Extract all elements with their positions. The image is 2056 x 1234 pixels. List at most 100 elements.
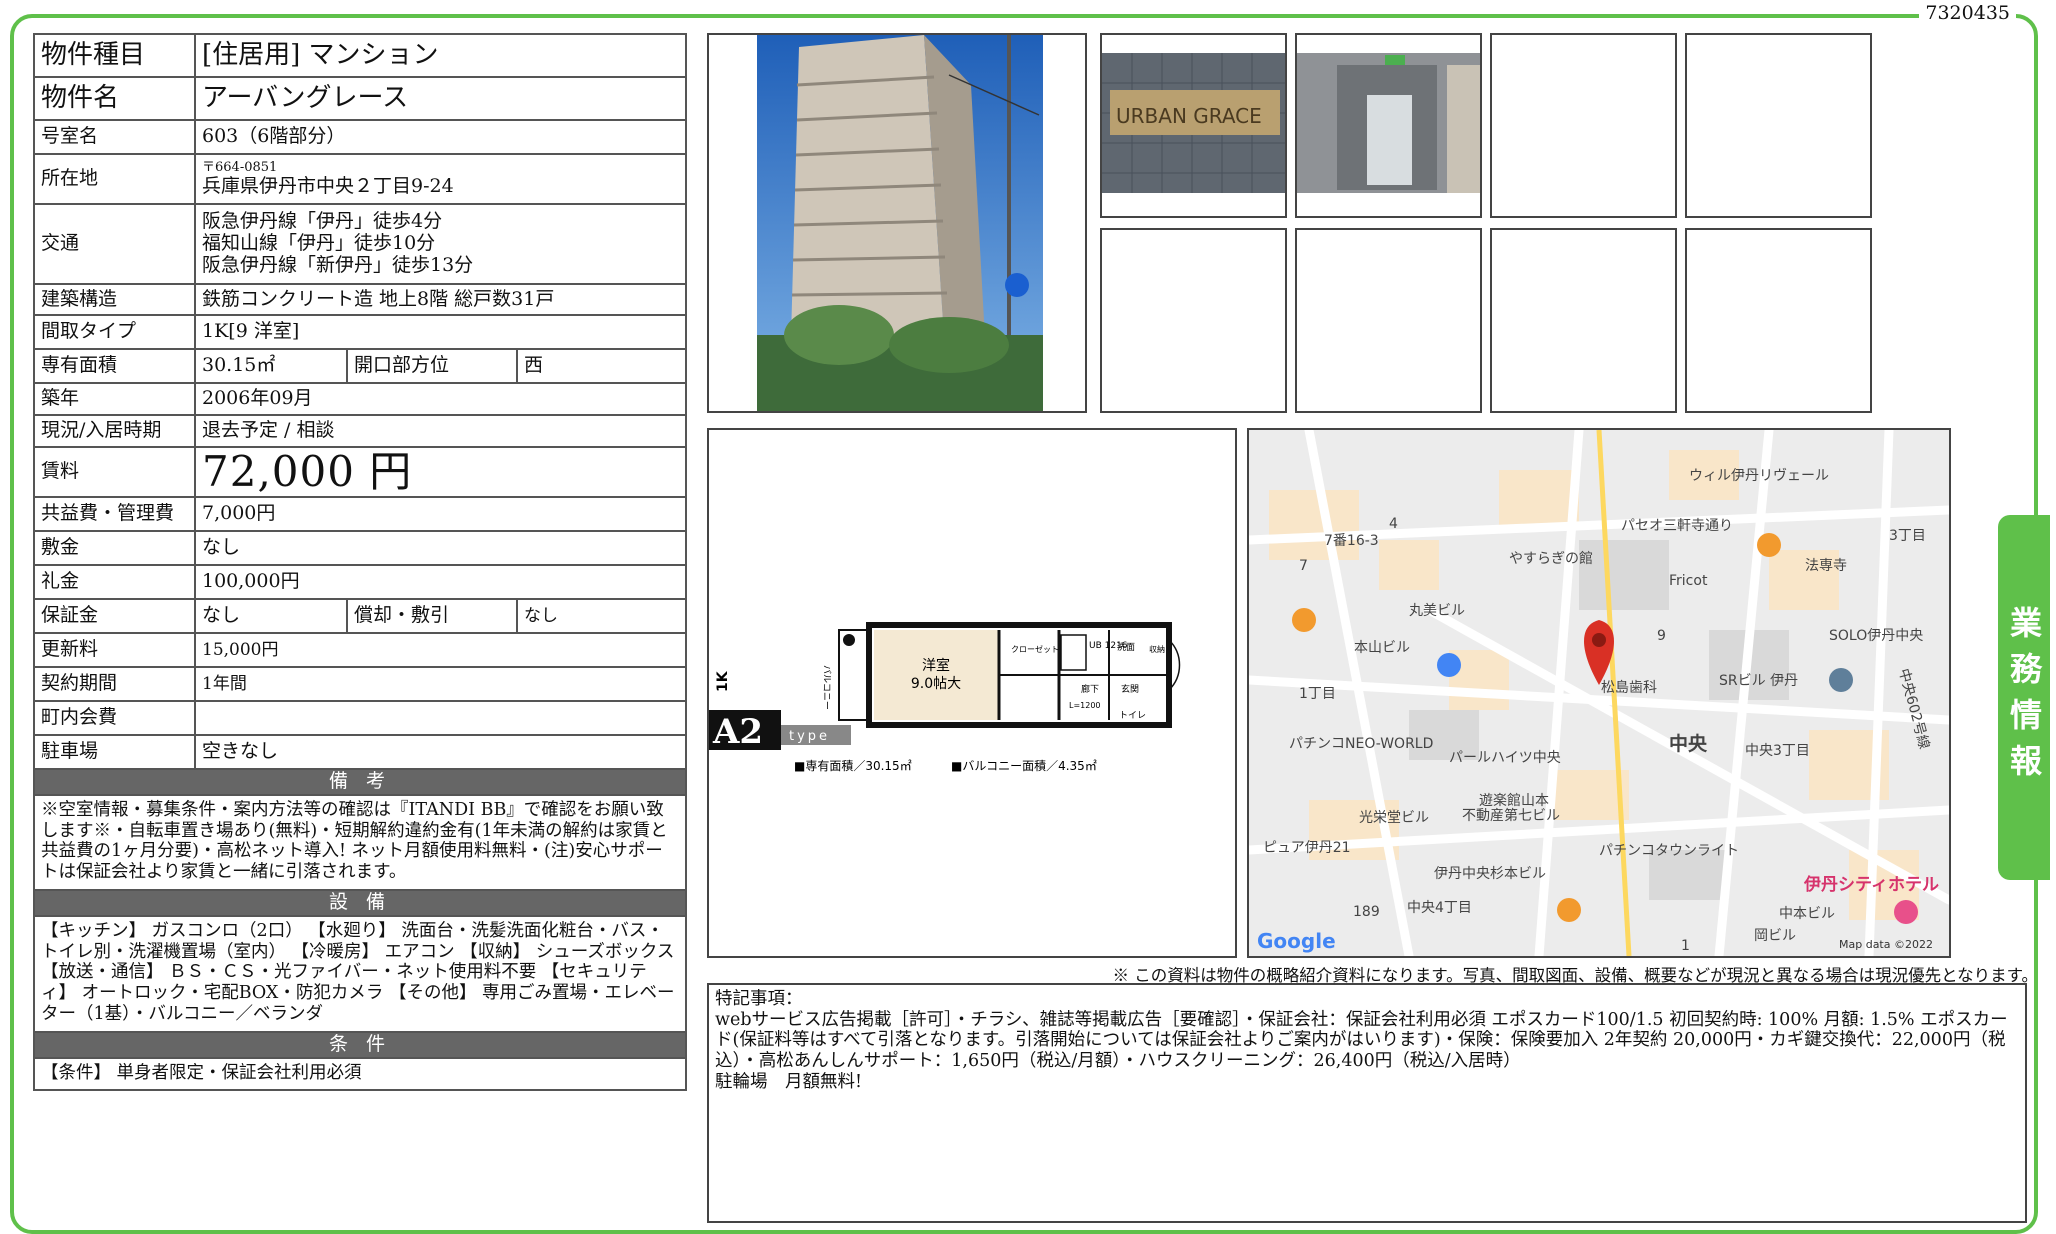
map-label: 3丁目 — [1889, 528, 1926, 544]
rent-value: 72,000 円 — [193, 445, 688, 499]
remarks-heading: 備 考 — [32, 768, 688, 797]
remarks-text: ※空室情報・募集条件・案内方法等の確認は『ITANDI BB』で確認をお願い致し… — [32, 794, 688, 892]
guarantee-label: 保証金 — [33, 598, 196, 635]
floorplan-balcony-text: ■バルコニー面積／4.35㎡ — [951, 758, 1097, 773]
map-label: 松島歯科 — [1601, 680, 1657, 696]
photo-slot-empty — [1490, 33, 1677, 218]
address-cell: 〒664-0851 兵庫県伊丹市中央２丁目9-24 — [193, 153, 688, 205]
entrance-hall-photo[interactable] — [1295, 33, 1482, 218]
business-info-tab[interactable]: 業務情報 — [1998, 515, 2050, 880]
floor-plan[interactable]: 洋室 9.0帖大 バルコニー クローゼット UB 1216 洗面 廊下 玄関 ト… — [707, 428, 1237, 958]
storage-label: 収納 — [1149, 644, 1165, 654]
postal-code: 〒664-0851 — [202, 159, 278, 175]
map-label: パチンコタウンライト — [1599, 843, 1739, 859]
special-notes-box: 特記事項： webサービス広告掲載［許可］・チラシ、雑誌等掲載広告［要確認］・保… — [707, 983, 2027, 1223]
access-line: 福知山線「伊丹」徒歩10分 — [202, 232, 436, 255]
address-label: 所在地 — [33, 153, 196, 205]
area-label: 専有面積 — [33, 348, 196, 384]
area-map[interactable]: ウィル伊丹リヴェールパセオ三軒寺通り 3丁目 4 7番16-3 7 やすらぎの館 Frico… — [1247, 428, 1951, 958]
area-value: 30.15㎡ — [194, 348, 348, 384]
map-label: 伊丹シティホテル — [1803, 874, 1939, 895]
map-label: パチンコNEO-WORLD — [1289, 736, 1433, 752]
map-label: 中央4丁目 — [1407, 900, 1472, 916]
floorplan-area-text: ■専有面積／30.15㎡ — [794, 758, 912, 773]
special-notes-line: 駐輪場 月額無料! — [715, 1071, 863, 1092]
type-value: [住居用] マンション — [193, 33, 688, 78]
map-label: 7 — [1299, 558, 1308, 574]
access-label: 交通 — [33, 203, 196, 285]
room-label: 号室名 — [33, 119, 196, 155]
name-label: 物件名 — [33, 76, 196, 121]
direction-value: 西 — [515, 348, 688, 384]
photo-slot-empty — [1100, 228, 1287, 413]
special-notes-title: 特記事項： — [715, 989, 803, 1009]
structure-label: 建築構造 — [33, 283, 196, 316]
address-value: 兵庫県伊丹市中央２丁目9-24 — [202, 174, 454, 197]
map-label: ピュア伊丹21 — [1263, 840, 1351, 856]
term-value: 1年間 — [193, 666, 688, 703]
building-photo[interactable] — [707, 33, 1087, 413]
map-label: 法専寺 — [1805, 558, 1847, 574]
entrance-sign-text: URBAN GRACE — [1116, 104, 1262, 128]
closet-label: クローゼット — [1011, 644, 1059, 654]
type-label: 物件種目 — [33, 33, 196, 78]
map-label: SRビル 伊丹 — [1719, 673, 1798, 689]
map-label: 丸美ビル — [1409, 603, 1465, 619]
map-label: 1 — [1681, 938, 1690, 954]
balcony-label: バルコニー — [821, 665, 832, 710]
term-label: 契約期間 — [33, 666, 196, 703]
rent-label: 賃料 — [33, 445, 196, 499]
amort-value: なし — [515, 598, 688, 635]
renewal-value: 15,000円 — [193, 632, 688, 669]
wash-label: 洗面 — [1117, 641, 1135, 653]
access-line: 阪急伊丹線「伊丹」徒歩4分 — [202, 210, 443, 233]
map-label: 中央 — [1669, 732, 1708, 755]
map-credit: Map data ©2022 — [1839, 938, 1933, 951]
layout-kind: 1K — [715, 670, 731, 692]
built-value: 2006年09月 — [193, 382, 688, 416]
conditions-heading: 条 件 — [32, 1030, 688, 1059]
parking-label: 駐車場 — [33, 734, 196, 771]
deposit-value: なし — [193, 530, 688, 567]
property-info-table: 物件種目 [住居用] マンション 物件名 アーバングレース 号室名 603（6階… — [32, 33, 688, 1091]
map-label: 4 — [1389, 516, 1398, 532]
google-logo: Google — [1257, 929, 1336, 953]
entrance-label: 玄関 — [1121, 683, 1139, 695]
layout-value: 1K[9 洋室] — [193, 314, 688, 350]
amort-label: 償却・敷引 — [346, 598, 518, 635]
access-line: 阪急伊丹線「新伊丹」徒歩13分 — [202, 253, 474, 276]
map-label: 1丁目 — [1299, 686, 1336, 702]
map-label: パールハイツ中央 — [1449, 750, 1561, 766]
map-label: 9 — [1657, 628, 1666, 644]
photo-slot-empty — [1295, 228, 1482, 413]
structure-value: 鉄筋コンクリート造 地上8階 総戸数31戸 — [193, 283, 688, 316]
key-money-label: 礼金 — [33, 564, 196, 601]
entrance-sign-photo[interactable]: URBAN GRACE — [1100, 33, 1287, 218]
status-label: 現況/入居時期 — [33, 414, 196, 448]
map-label: SOLO伊丹中央 — [1829, 628, 1923, 644]
map-label: 遊楽館山本 — [1479, 792, 1549, 809]
hall-label: 廊下 — [1081, 683, 1099, 695]
room-size: 9.0帖大 — [911, 676, 961, 692]
map-label: Fricot — [1669, 573, 1708, 589]
fee-value: 7,000円 — [193, 496, 688, 533]
special-notes-line: webサービス広告掲載［許可］・チラシ、雑誌等掲載広告［要確認］・保証会社：保証… — [715, 1009, 2008, 1071]
map-label: ウィル伊丹リヴェール — [1689, 467, 1829, 484]
equipment-heading: 設 備 — [32, 889, 688, 917]
renewal-label: 更新料 — [33, 632, 196, 669]
status-value: 退去予定 / 相談 — [193, 414, 688, 448]
map-label: やすらぎの館 — [1509, 550, 1593, 567]
map-label: 岡ビル — [1754, 928, 1796, 944]
access-cell: 阪急伊丹線「伊丹」徒歩4分 福知山線「伊丹」徒歩10分 阪急伊丹線「新伊丹」徒歩… — [193, 203, 688, 285]
fee-label: 共益費・管理費 — [33, 496, 196, 533]
map-label: 本山ビル — [1354, 640, 1410, 656]
built-label: 築年 — [33, 382, 196, 416]
toilet-label: トイレ — [1119, 711, 1146, 721]
equipment-text: 【キッチン】 ガスコンロ（2口） 【水廻り】 洗面台・洗髪洗面化粧台・バス・トイ… — [32, 914, 688, 1033]
photo-slot-empty — [1685, 33, 1872, 218]
town-fee-value — [193, 700, 688, 737]
dimension-label: L=1200 — [1069, 701, 1101, 710]
guarantee-value: なし — [194, 598, 348, 635]
map-label: パセオ三軒寺通り — [1621, 518, 1733, 534]
map-label: 7番16-3 — [1324, 533, 1379, 549]
